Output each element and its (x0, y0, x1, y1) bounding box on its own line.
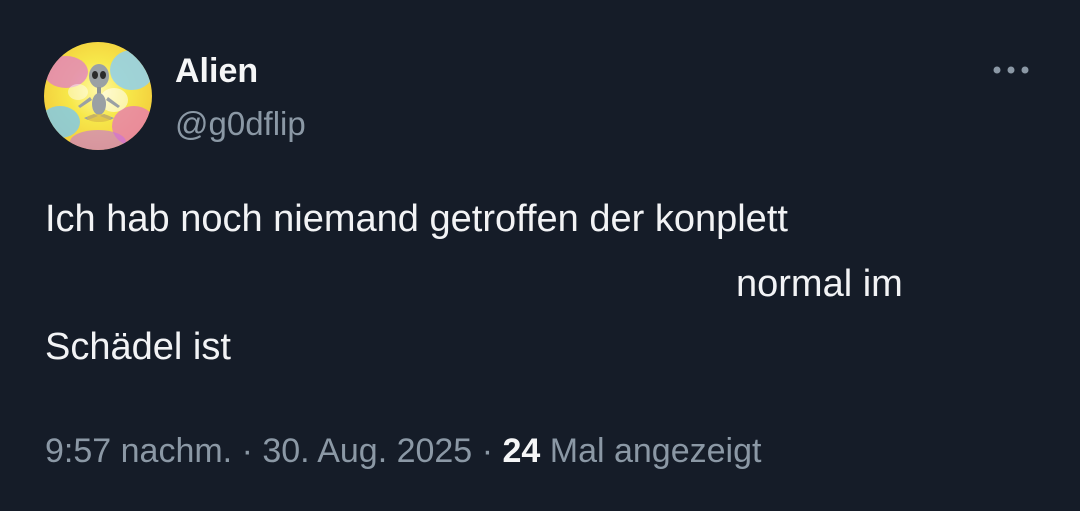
post-text-line: Schädel ist (45, 326, 231, 368)
post-time[interactable]: 9:57 nachm. (45, 432, 232, 470)
avatar[interactable] (44, 42, 152, 150)
views-label: Mal angezeigt (549, 432, 762, 470)
tweet-card: Alien @g0dflip Ich hab noch niemand getr… (0, 0, 1080, 511)
post-text-line: normal im (736, 263, 903, 305)
more-options-button[interactable] (988, 50, 1034, 90)
author-display-name[interactable]: Alien (175, 51, 258, 91)
more-horizontal-icon (993, 66, 1029, 74)
post-date[interactable]: 30. Aug. 2025 (262, 432, 472, 470)
views-count[interactable]: 24 (502, 432, 540, 470)
post-text-line: Ich hab noch niemand getroffen der konpl… (45, 198, 788, 240)
post-meta: 9:57 nachm. · 30. Aug. 2025 · 24 Mal ang… (45, 429, 761, 473)
meta-separator: · (481, 432, 494, 470)
alien-avatar-icon (44, 42, 152, 150)
author-handle[interactable]: @g0dflip (175, 104, 306, 144)
meta-separator: · (241, 432, 253, 470)
